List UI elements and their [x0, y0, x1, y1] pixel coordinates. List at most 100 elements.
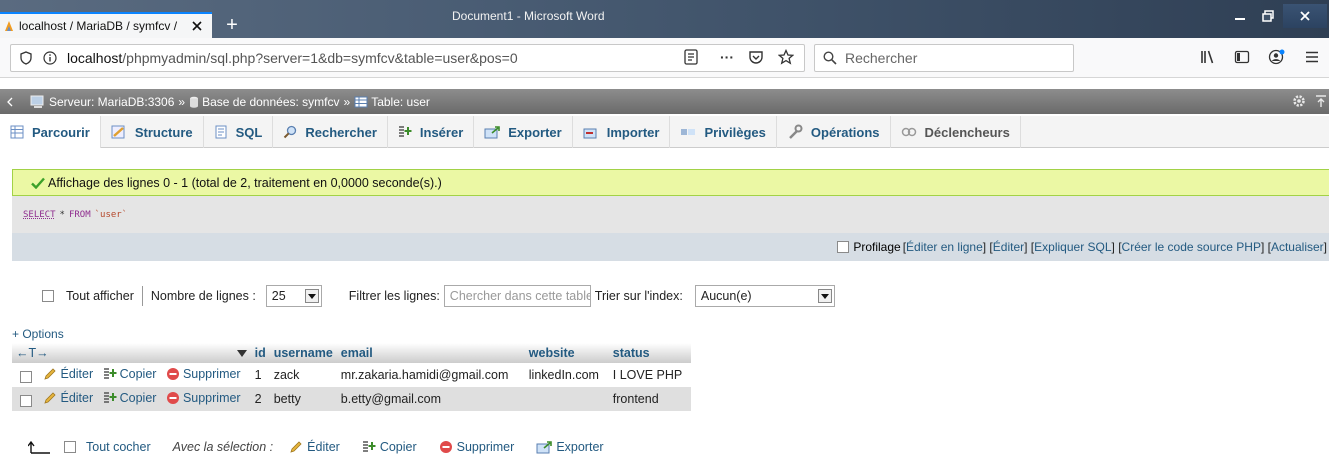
bulk-copy-button[interactable]: Copier	[362, 440, 417, 454]
search-input[interactable]: Rechercher	[814, 44, 1074, 72]
url-bar[interactable]: localhost/phpmyadmin/sql.php?server=1&db…	[10, 44, 805, 72]
create-php-code-link[interactable]: Créer le code source PHP	[1122, 240, 1261, 254]
table-icon	[354, 96, 368, 107]
menu-icon[interactable]	[1304, 49, 1320, 65]
collapse-arrow-icon[interactable]	[0, 97, 30, 107]
filter-rows-input[interactable]: Chercher dans cette table	[443, 285, 591, 307]
show-all-checkbox[interactable]	[42, 290, 54, 302]
sidebar-icon[interactable]	[1234, 49, 1250, 65]
bulk-edit-button[interactable]: Éditer	[289, 440, 340, 454]
divider	[141, 286, 143, 306]
tab-structure[interactable]: Structure	[101, 116, 204, 148]
rows-label: Nombre de lignes :	[150, 289, 256, 303]
column-options-icon[interactable]	[80, 343, 251, 363]
word-window-title: Document1 - Microsoft Word	[452, 9, 605, 23]
rows-select[interactable]: 25	[265, 285, 322, 307]
cell-status[interactable]: I LOVE PHP	[608, 363, 691, 387]
table-menu-tabs: Parcourir Structure SQL Rechercher Insér…	[0, 116, 1329, 148]
cell-website[interactable]: linkedIn.com	[524, 363, 609, 387]
tab-declencheurs[interactable]: Déclencheurs	[891, 116, 1021, 148]
collapse-top-icon[interactable]	[1314, 94, 1328, 108]
insert-icon	[398, 126, 412, 137]
column-resize-arrows[interactable]: ←T→	[12, 343, 81, 363]
check-all-label[interactable]: Tout cocher	[86, 440, 151, 454]
window-maximize-icon[interactable]	[1254, 4, 1282, 28]
bulk-export-button[interactable]: Exporter	[536, 440, 604, 454]
tab-rechercher[interactable]: Rechercher	[273, 116, 388, 148]
export-icon	[536, 441, 553, 454]
breadcrumb-server[interactable]: Serveur: MariaDB:3306	[30, 95, 174, 109]
site-info-icon[interactable]	[43, 51, 57, 65]
results-table: ←T→ id username email website status Édi…	[12, 343, 691, 411]
tab-close-icon[interactable]	[189, 18, 205, 34]
sql-keyword-from: FROM	[68, 209, 91, 220]
refresh-link[interactable]: Actualiser	[1271, 240, 1324, 254]
window-close-icon[interactable]	[1283, 4, 1327, 28]
cell-email[interactable]: mr.zakaria.hamidi@gmail.com	[336, 363, 525, 387]
row-edit-button[interactable]: Éditer	[43, 391, 93, 405]
row-delete-button[interactable]: Supprimer	[166, 391, 241, 405]
cell-username[interactable]: betty	[269, 387, 337, 411]
edit-link[interactable]: Éditer	[993, 240, 1024, 254]
triggers-icon	[901, 127, 916, 137]
copy-icon	[362, 441, 376, 452]
reader-view-icon[interactable]	[684, 49, 698, 65]
check-all-checkbox[interactable]	[64, 441, 76, 453]
tab-privileges[interactable]: Privilèges	[670, 116, 777, 148]
explain-sql-link[interactable]: Expliquer SQL	[1034, 240, 1111, 254]
bookmark-star-icon[interactable]	[778, 49, 794, 65]
column-header-id[interactable]: id	[250, 343, 270, 363]
structure-icon	[111, 125, 125, 139]
browser-navbar: localhost/phpmyadmin/sql.php?server=1&db…	[0, 38, 1329, 78]
row-delete-button[interactable]: Supprimer	[166, 367, 241, 381]
pocket-icon[interactable]	[748, 49, 764, 65]
tab-sql[interactable]: SQL	[204, 116, 274, 148]
edit-inline-link[interactable]: Éditer en ligne	[906, 240, 983, 254]
row-copy-button[interactable]: Copier	[103, 391, 156, 405]
column-header-status[interactable]: status	[608, 343, 691, 363]
library-icon[interactable]	[1200, 49, 1216, 65]
row-checkbox[interactable]	[20, 371, 32, 384]
table-header-row: ←T→ id username email website status	[12, 343, 691, 363]
tab-operations[interactable]: Opérations	[777, 116, 891, 148]
tracking-shield-icon[interactable]	[19, 51, 33, 65]
row-edit-button[interactable]: Éditer	[43, 367, 93, 381]
cell-id[interactable]: 2	[250, 387, 270, 411]
row-checkbox[interactable]	[20, 395, 32, 408]
column-header-email[interactable]: email	[336, 343, 525, 363]
page-actions-icon[interactable]: ···	[720, 49, 734, 65]
column-header-username[interactable]: username	[269, 343, 337, 363]
window-minimize-icon[interactable]	[1226, 4, 1254, 28]
cell-website[interactable]	[524, 387, 609, 411]
tab-inserer[interactable]: Insérer	[388, 116, 475, 148]
browser-tab[interactable]: localhost / MariaDB / symfcv /	[0, 12, 212, 38]
sql-keyword-select[interactable]: SELECT	[23, 210, 56, 220]
phpmyadmin-favicon-icon	[5, 21, 13, 31]
cell-id[interactable]: 1	[250, 363, 270, 387]
options-link[interactable]: + Options	[12, 327, 64, 341]
settings-gear-icon[interactable]	[1292, 94, 1306, 108]
window-titlebar: localhost / MariaDB / symfcv / + Documen…	[0, 0, 1329, 38]
column-header-website[interactable]: website	[524, 343, 609, 363]
cell-email[interactable]: b.etty@gmail.com	[336, 387, 525, 411]
export-icon	[484, 126, 501, 139]
table-row: Éditer Copier Supprimer 2 betty b.etty@g…	[12, 387, 691, 411]
new-tab-button[interactable]: +	[222, 15, 242, 35]
breadcrumb-database[interactable]: Base de données: symfcv	[189, 95, 340, 109]
sort-index-select[interactable]: Aucun(e)	[694, 285, 835, 307]
bulk-delete-button[interactable]: Supprimer	[439, 440, 514, 454]
chevron-down-icon	[817, 289, 832, 303]
cell-username[interactable]: zack	[269, 363, 337, 387]
breadcrumb-separator: »	[343, 94, 351, 109]
tab-exporter[interactable]: Exporter	[474, 116, 573, 148]
cell-status[interactable]: frontend	[608, 387, 691, 411]
search-placeholder: Rechercher	[845, 50, 918, 66]
tab-importer[interactable]: Importer	[573, 116, 671, 148]
sql-star: *	[59, 209, 65, 220]
breadcrumb-table[interactable]: Table: user	[354, 95, 430, 109]
account-icon[interactable]	[1268, 49, 1286, 65]
delete-icon	[166, 391, 179, 404]
tab-parcourir[interactable]: Parcourir	[0, 116, 101, 148]
row-copy-button[interactable]: Copier	[103, 367, 156, 381]
profiling-checkbox[interactable]	[837, 241, 850, 253]
